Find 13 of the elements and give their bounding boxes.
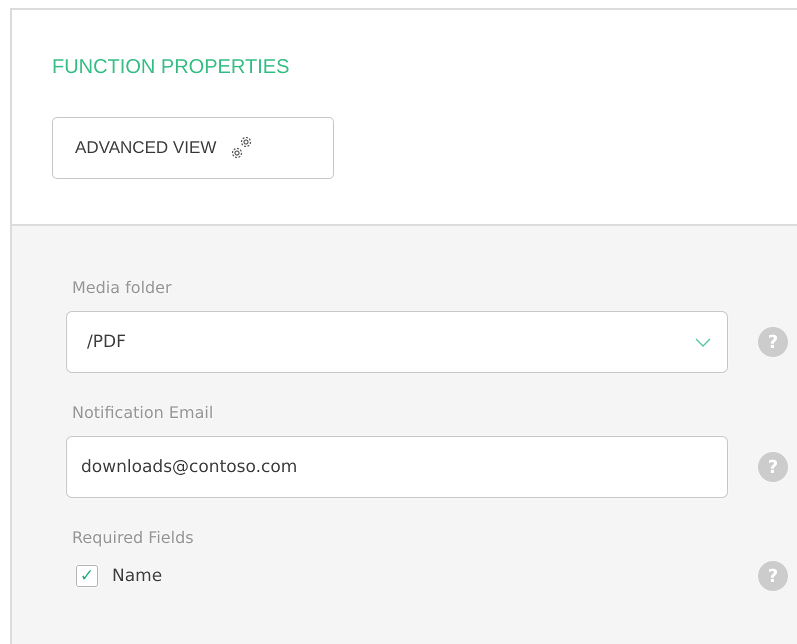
- help-icon[interactable]: ?: [758, 561, 788, 591]
- checkbox-label: Name: [112, 566, 162, 586]
- checkbox[interactable]: ✓: [76, 565, 98, 587]
- media-folder-dropdown[interactable]: /PDF: [66, 311, 728, 373]
- help-icon[interactable]: ?: [758, 452, 788, 482]
- email-input-field[interactable]: downloads@contoso.com: [66, 436, 728, 498]
- field-label: Notification Email: [72, 403, 214, 422]
- help-icon[interactable]: ?: [758, 327, 788, 357]
- field-label: Required Fields: [72, 528, 195, 547]
- field-label: Media folder: [72, 278, 173, 297]
- advanced-view-button[interactable]: ADVANCED VIEW: [52, 117, 334, 179]
- chevron-down-icon: [695, 338, 711, 346]
- panel-title: FUNCTION PROPERTIES: [52, 56, 290, 79]
